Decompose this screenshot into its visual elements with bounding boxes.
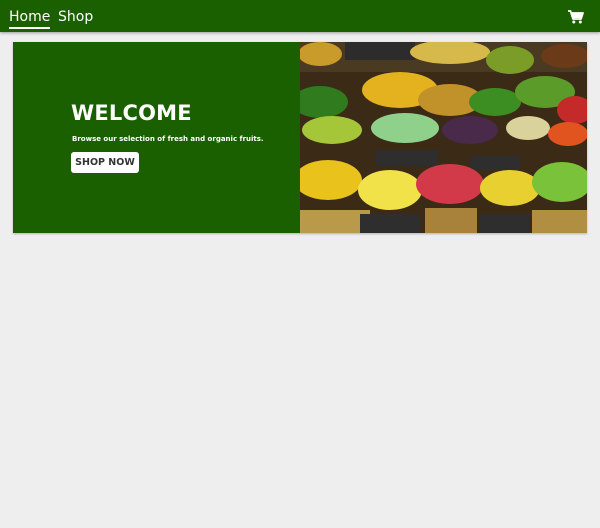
top-navigation-bar: Home Shop xyxy=(0,0,600,32)
shopping-cart-icon[interactable] xyxy=(568,9,584,24)
nav-link-shop[interactable]: Shop xyxy=(58,8,93,26)
hero-banner: WELCOME Browse our selection of fresh an… xyxy=(13,42,587,233)
hero-subtitle: Browse our selection of fresh and organi… xyxy=(72,135,264,143)
fruit-market-photo xyxy=(300,42,587,233)
shop-now-button[interactable]: SHOP NOW xyxy=(71,152,139,173)
hero-title: WELCOME xyxy=(71,101,192,125)
nav-link-home[interactable]: Home xyxy=(9,8,51,29)
